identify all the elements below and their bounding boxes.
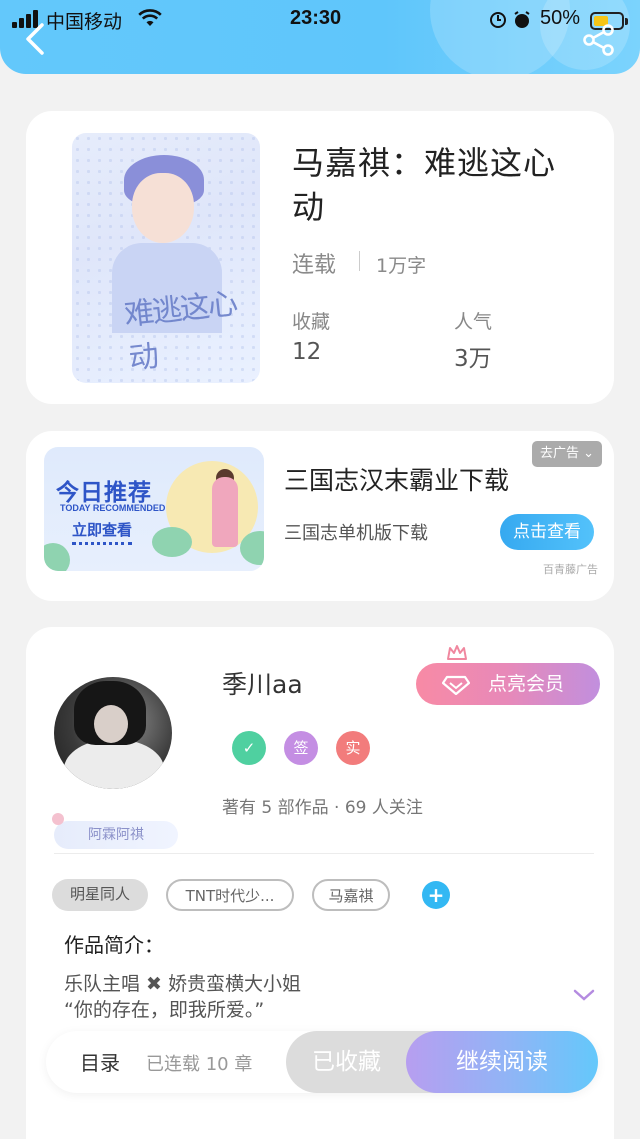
fan-group-tag[interactable]: 阿霖阿祺 <box>52 813 178 849</box>
vip-button[interactable]: 点亮会员 <box>416 663 600 705</box>
avatar[interactable] <box>54 677 172 789</box>
ad-cta-button[interactable]: 点击查看 <box>500 514 594 550</box>
toc-button[interactable]: 目录 <box>80 1047 120 1076</box>
favorites-label: 收藏 <box>292 311 331 333</box>
crown-icon <box>447 645 467 660</box>
chapter-count: 已连载 10 章 <box>146 1054 253 1075</box>
share-icon[interactable] <box>582 24 616 56</box>
status-bar: 中国移动 23:30 50% <box>0 4 640 33</box>
add-tag-button[interactable]: + <box>422 881 450 909</box>
book-cover[interactable]: 难逃这心动 <box>72 133 260 383</box>
wifi-icon <box>138 9 162 26</box>
ad-title[interactable]: 三国志汉末霸业下载 <box>284 461 509 497</box>
book-title: 马嘉祺：难逃这心动 <box>292 144 557 226</box>
chevron-down-icon[interactable] <box>572 987 596 1003</box>
continue-reading-button[interactable]: 继续阅读 <box>406 1031 598 1093</box>
bottom-action-bar: 目录 已连载 10 章 已收藏 继续阅读 <box>46 1031 598 1093</box>
ad-description: 三国志单机版下载 <box>284 523 428 544</box>
author-meta: 著有 5 部作品 · 69 人关注 <box>222 798 423 818</box>
popularity-value: 3万 <box>454 346 492 372</box>
ad-image-title: 今日推荐 <box>56 480 152 506</box>
intro-title: 作品简介： <box>64 933 164 957</box>
battery-percentage: 50% <box>540 7 581 29</box>
ad-image[interactable]: 今日推荐 TODAY RECOMMENDED 立即查看 <box>44 447 264 571</box>
divider <box>54 853 594 854</box>
remove-ad-button[interactable]: 去广告 ⌄ <box>532 441 603 467</box>
diamond-icon <box>442 675 470 695</box>
verified-badge: ✓ <box>232 731 266 765</box>
tag-person[interactable]: 马嘉祺 <box>312 879 390 911</box>
intro-line: 乐队主唱 ✖ 娇贵蛮横大小姐 <box>64 973 301 995</box>
clock: 23:30 <box>290 7 342 29</box>
book-info-card: 难逃这心动 马嘉祺：难逃这心动 连载 1万字 收藏 12 人气 3万 <box>26 111 614 404</box>
divider <box>359 251 360 271</box>
signed-badge: 签 <box>284 731 318 765</box>
favorites-value: 12 <box>292 339 322 365</box>
popularity-label: 人气 <box>454 311 493 333</box>
word-count: 1万字 <box>376 255 427 277</box>
ad-image-button: 立即查看 <box>72 521 133 545</box>
cover-title: 难逃这心动 <box>122 286 238 377</box>
author-name[interactable]: 季川aa <box>222 665 303 701</box>
tag-category[interactable]: 明星同人 <box>52 879 148 911</box>
back-button[interactable] <box>20 22 50 56</box>
ad-image-subtitle: TODAY RECOMMENDED <box>60 503 166 513</box>
ad-card[interactable]: 今日推荐 TODAY RECOMMENDED 立即查看 三国志汉末霸业下载 三国… <box>26 431 614 601</box>
header-bar: 中国移动 23:30 50% <box>0 0 640 74</box>
real-name-badge: 实 <box>336 731 370 765</box>
ad-source: 百青藤广告 <box>543 563 598 576</box>
intro-line: “你的存在，即我所爱。” <box>64 999 265 1021</box>
vip-button-label: 点亮会员 <box>488 673 565 695</box>
alarm-icon <box>490 11 530 28</box>
carrier-label: 中国移动 <box>46 11 123 33</box>
tag-group[interactable]: TNT时代少... <box>166 879 294 911</box>
book-status: 连载 <box>292 253 337 278</box>
